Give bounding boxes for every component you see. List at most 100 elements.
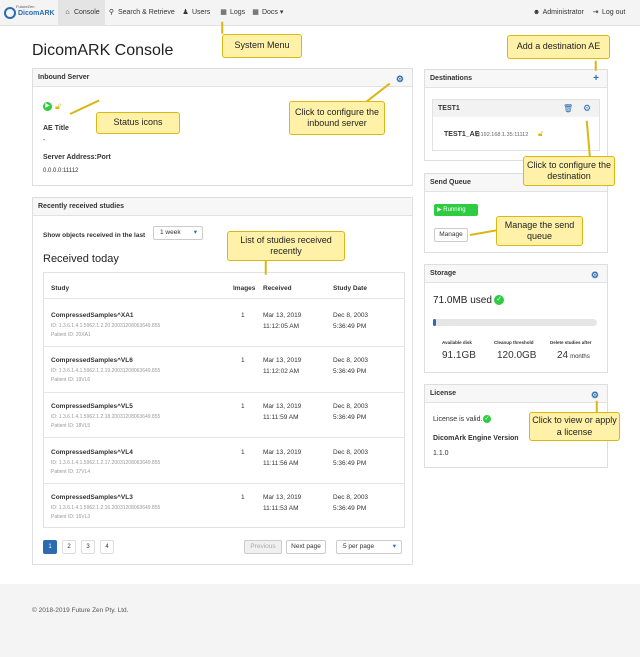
received-date: Mar 13, 2019 [263,403,302,410]
ae-title-value: - [43,137,46,144]
page-4-button[interactable]: 4 [100,540,114,554]
manage-queue-button[interactable]: Manage [434,228,468,242]
destination-address: @192.168.1.35:11112 [475,132,529,138]
logo-mark-icon [4,7,16,19]
study-date: Dec 8, 2003 [333,494,369,501]
time-filter-select[interactable]: 1 week ▾ [153,226,203,240]
callout-configure-destination: Click to configure the destination [523,156,615,186]
callout-configure-inbound: Click to configure the inbound server [289,101,385,135]
destinations-title: Destinations [430,75,473,82]
received-date: Mar 13, 2019 [263,312,302,319]
chevron-down-icon: ▾ [392,543,396,550]
inbound-server-title: Inbound Server [38,74,90,81]
license-status: License is valid. [433,416,483,423]
patient-id: Patient ID: 16VL3 [51,514,91,520]
image-count: 1 [241,357,245,364]
callout-text: Click to view or apply a license [532,415,617,437]
col-received: Received [263,285,292,292]
copyright-text: © 2018-2019 Future Zen Pty. Ltd. [32,607,129,614]
gear-icon[interactable]: ⚙ [396,70,404,88]
chevron-down-icon: ▾ [279,9,284,16]
page-3-button[interactable]: 3 [81,540,95,554]
previous-page-button[interactable]: Previous [244,540,282,554]
search-icon: ⚲ [108,9,115,16]
callout-text: List of studies received recently [240,234,332,256]
callout-pointer [221,21,223,34]
page-1-button[interactable]: 1 [43,540,57,554]
license-header: License ⚙ [425,385,607,403]
study-id: ID: 1.3.6.1.4.1.5962.1.2.16.200312080636… [51,505,161,511]
send-queue-title: Send Queue [430,179,471,186]
users-icon: ♟ [182,9,189,16]
check-circle-icon: ✓ [494,295,504,305]
callout-text: Click to configure the inbound server [294,106,380,128]
study-id: ID: 1.3.6.1.4.1.5962.1.2.18.200312080636… [51,414,161,420]
time-filter-value: 1 week [160,229,181,236]
gear-icon[interactable]: ⚙ [591,386,599,404]
callout-pointer [595,60,597,71]
study-date: Dec 8, 2003 [333,403,369,410]
engine-version-value: 1.1.0 [433,450,449,457]
footer: © 2018-2019 Future Zen Pty. Ltd. [0,584,640,657]
server-address-value: 0.0.0.0:11112 [43,168,79,174]
study-time: 5:36:49 PM [333,414,367,421]
gear-icon[interactable]: ⚙ [591,266,599,284]
col-images: Images [233,285,256,292]
play-icon: ▶ [437,207,442,213]
nav-search-retrieve[interactable]: ⚲ Search & Retrieve [102,0,180,25]
callout-text: Add a destination AE [516,41,601,52]
callout-text: Status icons [113,117,163,128]
gear-icon[interactable]: ⚙ [583,103,591,114]
nav-logs[interactable]: ▦ Logs [214,0,250,25]
page-2-button[interactable]: 2 [62,540,76,554]
nav-users[interactable]: ♟ Users [176,0,215,25]
dicomark-logo[interactable]: FutureZen DicomARK [4,4,55,22]
delete-after-value: 24 months [557,350,590,361]
nav-console[interactable]: ⌂ Console [58,0,105,25]
add-destination-icon[interactable]: + [593,70,599,88]
nav-users-label: Users [191,9,211,16]
per-page-select[interactable]: 5 per page ▾ [336,540,402,554]
next-page-button[interactable]: Next page [286,540,326,554]
callout-text: Manage the send queue [504,219,575,241]
callout-manage-queue: Manage the send queue [496,216,583,246]
image-count: 1 [241,312,245,319]
inbound-server-header: Inbound Server ⚙ [33,69,412,87]
patient-id: Patient ID: 18VL5 [51,423,91,429]
study-time: 5:36:49 PM [333,323,367,330]
ae-title-label: AE Title [43,125,69,132]
chevron-down-icon: ▾ [193,229,197,236]
trash-icon[interactable]: 🗑︎ [563,104,573,113]
logo-product: DicomARK [18,10,55,17]
unlock-icon: 🔓︎ [538,129,544,138]
server-address-label: Server Address:Port [43,154,111,161]
delete-after-label: Delete studies after [550,340,592,345]
col-study-date: Study Date [333,285,367,292]
home-icon: ⌂ [65,9,70,16]
study-name: CompressedSamples^VL3 [51,494,133,501]
study-name: CompressedSamples^VL6 [51,357,133,364]
available-disk-label: Available disk [442,340,472,345]
nav-docs[interactable]: ▦ Docs ▾ [246,0,288,25]
nav-user-menu[interactable]: ☻ Administrator [527,0,589,25]
received-time: 11:12:02 AM [263,368,300,375]
image-count: 1 [241,403,245,410]
unlock-icon: 🔓︎ [55,101,61,111]
study-time: 5:36:49 PM [333,460,367,467]
callout-status-icons: Status icons [96,112,180,134]
available-disk-value: 91.1GB [442,350,476,361]
nav-console-label: Console [73,9,100,16]
play-status-icon: ▶ [43,102,52,111]
callout-list-studies: List of studies received recently [227,231,345,261]
study-date: Dec 8, 2003 [333,449,369,456]
storage-used: 71.0MB used [433,295,492,306]
study-name: CompressedSamples^VL4 [51,449,133,456]
destinations-header: Destinations + [425,70,607,88]
callout-pointer [265,260,267,275]
user-icon: ☻ [532,9,541,16]
patient-id: Patient ID: 19VL6 [51,377,91,383]
logout-button[interactable]: ⇥ Log out [586,0,630,25]
patient-id: Patient ID: 17VL4 [51,469,91,475]
callout-text: System Menu [234,40,290,51]
patient-id: Patient ID: 20XA1 [51,332,91,338]
